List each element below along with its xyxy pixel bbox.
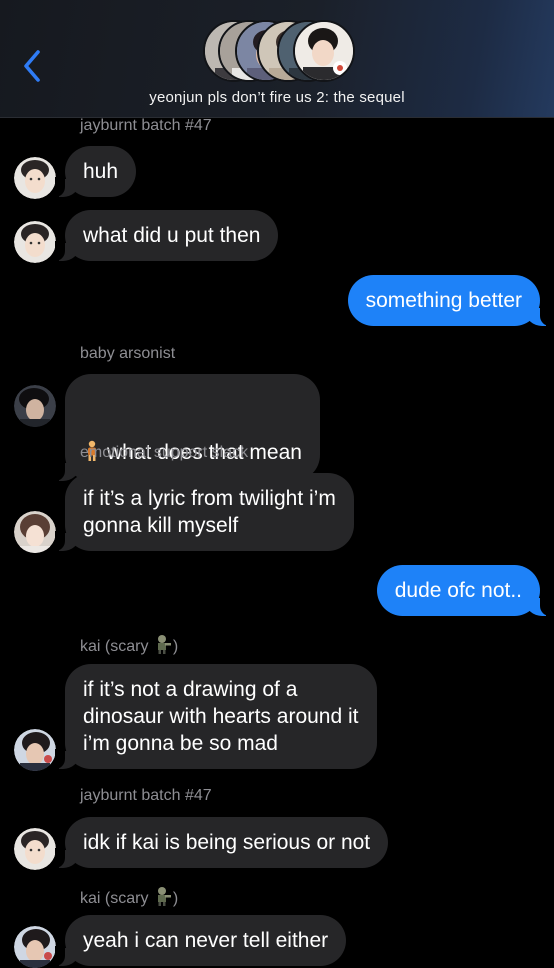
avatar[interactable] xyxy=(14,221,56,263)
group-avatar xyxy=(293,20,355,82)
avatar[interactable] xyxy=(14,511,56,553)
group-name[interactable]: yeonjun pls don’t fire us 2: the sequel xyxy=(0,89,554,106)
chevron-left-icon[interactable] xyxy=(18,48,48,84)
message-bubble-incoming[interactable]: if it’s not a drawing of a dinosaur with… xyxy=(55,664,377,769)
message-bubble-incoming[interactable]: yeah i can never tell either xyxy=(54,915,347,966)
sender-name: kai (scary ) xyxy=(80,886,178,911)
chat-header: yeonjun pls don’t fire us 2: the sequel xyxy=(0,0,554,118)
message-bubble-outgoing[interactable]: dude ofc not.. xyxy=(376,565,551,616)
avatar[interactable] xyxy=(14,385,56,427)
zombie-emoji xyxy=(154,886,172,911)
message-bubble-incoming[interactable]: what did u put then xyxy=(54,210,279,261)
avatar[interactable] xyxy=(14,729,56,771)
message-bubble-incoming[interactable]: what does that mean xyxy=(55,374,320,481)
avatar[interactable] xyxy=(14,828,56,870)
group-avatar-stack[interactable] xyxy=(203,20,355,82)
sender-name: jayburnt batch #47 xyxy=(80,117,212,134)
message-bubble-outgoing[interactable]: something better xyxy=(347,275,551,326)
avatar[interactable] xyxy=(14,157,56,199)
sender-name: emotional support slack xyxy=(80,444,249,461)
message-bubble-incoming[interactable]: huh xyxy=(54,146,137,197)
avatar[interactable] xyxy=(14,926,56,968)
zombie-emoji xyxy=(154,634,172,659)
message-bubble-incoming[interactable]: idk if kai is being serious or not xyxy=(54,817,389,868)
sender-name: kai (scary ) xyxy=(80,634,178,659)
sender-name: baby arsonist xyxy=(80,345,176,362)
sender-name: jayburnt batch #47 xyxy=(80,787,212,804)
message-bubble-incoming[interactable]: if it’s a lyric from twilight i’m gonna … xyxy=(55,473,354,551)
